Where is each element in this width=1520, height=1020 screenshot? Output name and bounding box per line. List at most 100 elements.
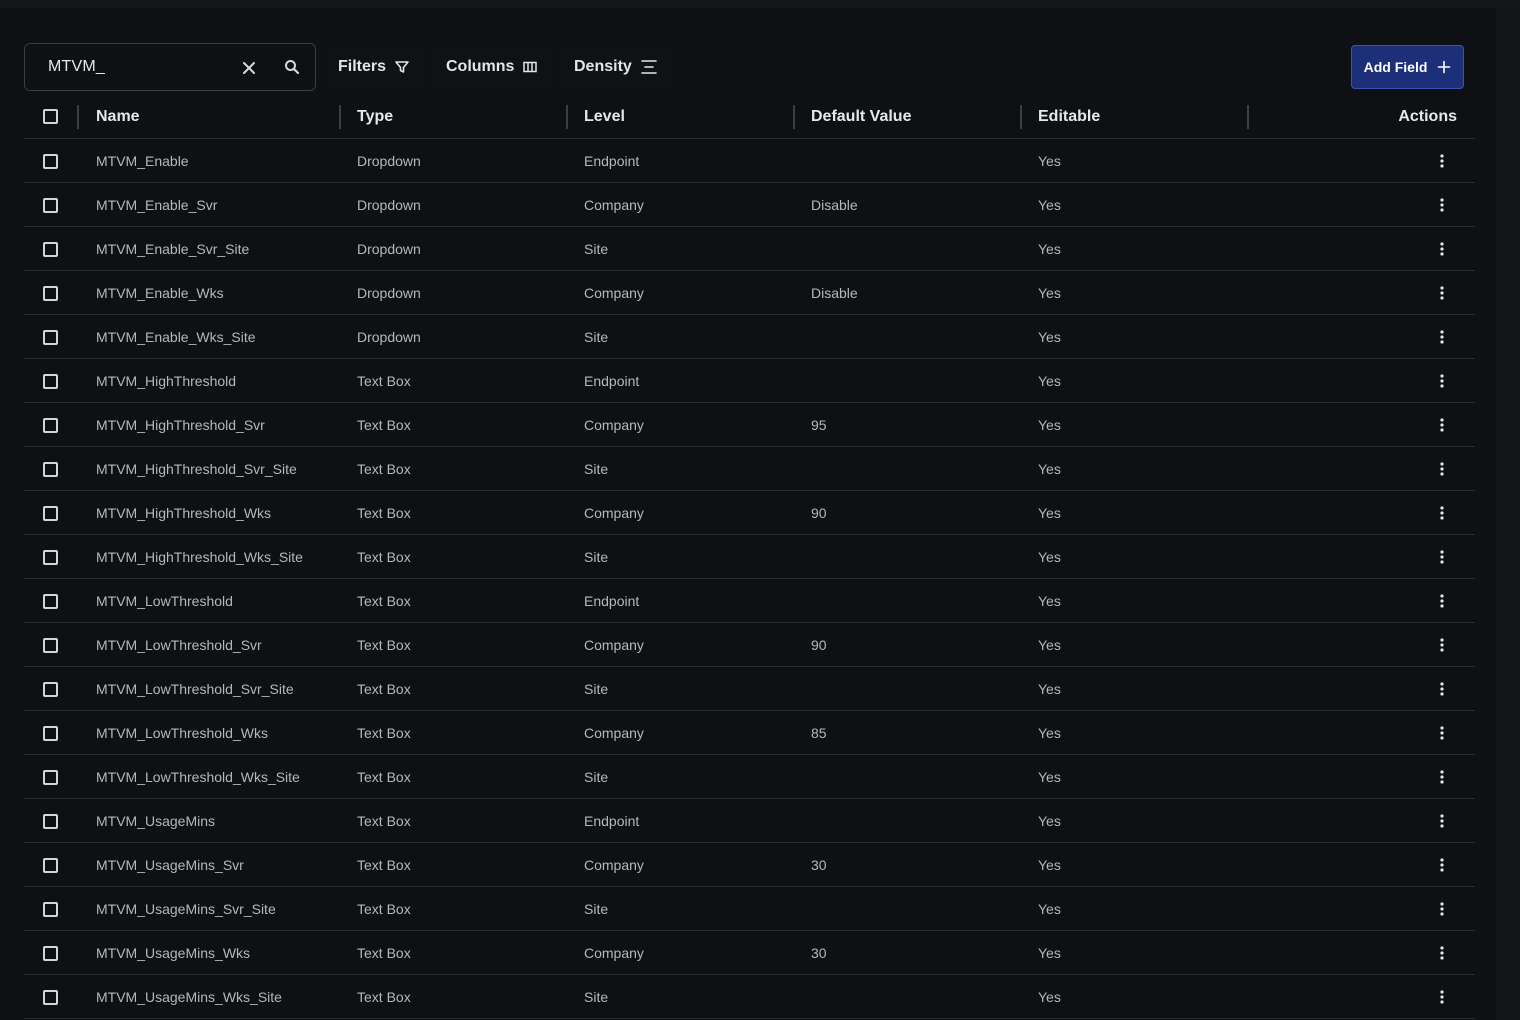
row-checkbox[interactable] [43, 638, 58, 653]
row-checkbox[interactable] [43, 506, 58, 521]
table-row[interactable]: MTVM_LowThreshold_Svr_Site Text Box Site Ye… [24, 667, 1475, 711]
more-vert-icon[interactable] [1432, 899, 1452, 919]
table-row[interactable]: MTVM_UsageMins_Svr_Site Text Box Site Yes [24, 887, 1475, 931]
row-checkbox[interactable] [43, 946, 58, 961]
cell-editable: Yes [1038, 505, 1061, 521]
row-checkbox[interactable] [43, 858, 58, 873]
row-checkbox[interactable] [43, 770, 58, 785]
row-checkbox[interactable] [43, 594, 58, 609]
more-vert-icon[interactable] [1432, 239, 1452, 259]
row-checkbox[interactable] [43, 418, 58, 433]
more-vert-icon[interactable] [1432, 987, 1452, 1007]
right-gutter [1496, 8, 1520, 1020]
row-checkbox[interactable] [43, 726, 58, 741]
cell-name: MTVM_Enable_Svr_Site [96, 241, 250, 257]
filters-button[interactable]: Filters [324, 46, 425, 88]
cell-default-value: 90 [811, 637, 827, 653]
column-separator[interactable] [339, 105, 341, 129]
cell-editable: Yes [1038, 417, 1061, 433]
more-vert-icon[interactable] [1432, 327, 1452, 347]
cell-level: Endpoint [584, 373, 640, 389]
more-vert-icon[interactable] [1432, 195, 1452, 215]
table-row[interactable]: MTVM_HighThreshold_Wks_Site Text Box Site Y… [24, 535, 1475, 579]
column-separator[interactable] [566, 105, 568, 129]
row-checkbox[interactable] [43, 990, 58, 1005]
search-icon[interactable] [282, 57, 302, 77]
table-row[interactable]: MTVM_Enable_Wks Dropdown Company Disable Yes [24, 271, 1475, 315]
table-row[interactable]: MTVM_LowThreshold_Wks Text Box Company 85 Ye… [24, 711, 1475, 755]
table-row[interactable]: MTVM_Enable_Svr_Site Dropdown Site Yes [24, 227, 1475, 271]
row-checkbox[interactable] [43, 902, 58, 917]
row-checkbox[interactable] [43, 682, 58, 697]
column-separator[interactable] [1020, 105, 1022, 129]
column-separator[interactable] [1247, 105, 1249, 129]
table-row[interactable]: MTVM_LowThreshold_Svr Text Box Company 90 Ye… [24, 623, 1475, 667]
more-vert-icon[interactable] [1432, 459, 1452, 479]
cell-type: Dropdown [357, 241, 421, 257]
column-separator[interactable] [793, 105, 795, 129]
table-row[interactable]: MTVM_UsageMins Text Box Endpoint Yes [24, 799, 1475, 843]
more-vert-icon[interactable] [1432, 151, 1452, 171]
header-level[interactable]: Level [584, 95, 625, 139]
cell-name: MTVM_Enable_Svr [96, 197, 218, 213]
more-vert-icon[interactable] [1432, 723, 1452, 743]
more-vert-icon[interactable] [1432, 503, 1452, 523]
table-row[interactable]: MTVM_UsageMins_Svr Text Box Company 30 Yes [24, 843, 1475, 887]
cell-type: Text Box [357, 725, 411, 741]
row-checkbox[interactable] [43, 242, 58, 257]
columns-button[interactable]: Columns [432, 46, 553, 88]
more-vert-icon[interactable] [1432, 679, 1452, 699]
table-row[interactable]: MTVM_Enable_Wks_Site Dropdown Site Yes [24, 315, 1475, 359]
cell-type: Text Box [357, 945, 411, 961]
table-row[interactable]: MTVM_HighThreshold_Svr_Site Text Box Site Y… [24, 447, 1475, 491]
cell-name: MTVM_UsageMins_Wks_Site [96, 989, 282, 1005]
density-button[interactable]: Density [560, 46, 672, 88]
table-row[interactable]: MTVM_HighThreshold Text Box Endpoint Yes [24, 359, 1475, 403]
select-all-checkbox[interactable] [43, 109, 58, 124]
density-label: Density [574, 58, 632, 75]
more-vert-icon[interactable] [1432, 371, 1452, 391]
more-vert-icon[interactable] [1432, 283, 1452, 303]
more-vert-icon[interactable] [1432, 811, 1452, 831]
cell-level: Site [584, 989, 609, 1005]
table-row[interactable]: MTVM_LowThreshold Text Box Endpoint Yes [24, 579, 1475, 623]
cell-level: Endpoint [584, 593, 640, 609]
more-vert-icon[interactable] [1432, 943, 1452, 963]
cell-level: Company [584, 505, 644, 521]
header-default-value[interactable]: Default Value [811, 95, 911, 139]
more-vert-icon[interactable] [1432, 591, 1452, 611]
row-checkbox[interactable] [43, 550, 58, 565]
search-input[interactable]: MTVM_ [24, 43, 316, 91]
row-checkbox[interactable] [43, 374, 58, 389]
table-row[interactable]: MTVM_Enable_Svr Dropdown Company Disable Yes [24, 183, 1475, 227]
cell-type: Text Box [357, 593, 411, 609]
more-vert-icon[interactable] [1432, 547, 1452, 567]
column-separator[interactable] [77, 105, 79, 129]
row-checkbox[interactable] [43, 814, 58, 829]
more-vert-icon[interactable] [1432, 855, 1452, 875]
table-row[interactable]: MTVM_UsageMins_Wks_Site Text Box Site Yes [24, 975, 1475, 1019]
table-row[interactable]: MTVM_LowThreshold_Wks_Site Text Box Site Ye… [24, 755, 1475, 799]
table-row[interactable]: MTVM_UsageMins_Wks Text Box Company 30 Yes [24, 931, 1475, 975]
more-vert-icon[interactable] [1432, 767, 1452, 787]
table-row[interactable]: MTVM_HighThreshold_Wks Text Box Company 90 Y… [24, 491, 1475, 535]
search-value[interactable]: MTVM_ [48, 58, 105, 76]
row-checkbox[interactable] [43, 154, 58, 169]
row-checkbox[interactable] [43, 286, 58, 301]
row-checkbox[interactable] [43, 330, 58, 345]
row-checkbox[interactable] [43, 462, 58, 477]
header-editable[interactable]: Editable [1038, 95, 1100, 139]
close-icon[interactable] [239, 58, 259, 78]
add-field-button[interactable]: Add Field [1351, 45, 1464, 89]
cell-level: Company [584, 857, 644, 873]
header-type[interactable]: Type [357, 95, 393, 139]
row-checkbox[interactable] [43, 198, 58, 213]
more-vert-icon[interactable] [1432, 635, 1452, 655]
header-name[interactable]: Name [96, 95, 140, 139]
table-row[interactable]: MTVM_HighThreshold_Svr Text Box Company 95 Y… [24, 403, 1475, 447]
app-frame: MTVM_ Filters Columns Density Add Field [0, 0, 1520, 1020]
cell-editable: Yes [1038, 329, 1061, 345]
table-row[interactable]: MTVM_Enable Dropdown Endpoint Yes [24, 139, 1475, 183]
cell-name: MTVM_LowThreshold_Wks [96, 725, 268, 741]
more-vert-icon[interactable] [1432, 415, 1452, 435]
